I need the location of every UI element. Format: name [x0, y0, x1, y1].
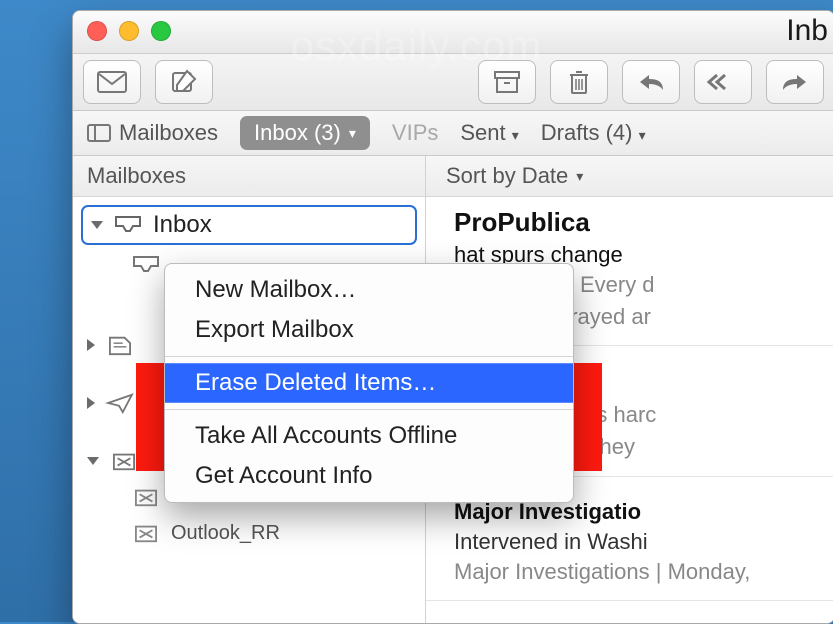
chevron-down-icon: ▾ [512, 127, 519, 143]
disclosure-triangle-icon[interactable] [87, 397, 95, 409]
junk-icon [131, 522, 161, 544]
reply-all-icon [707, 72, 739, 92]
sidebar-item-label: J [149, 447, 161, 475]
message-preview: Intervened in Washi [454, 529, 814, 555]
forward-button[interactable] [766, 60, 824, 104]
context-menu: New Mailbox… Export Mailbox Erase Delete… [164, 263, 574, 503]
favorites-bar: Mailboxes Inbox (3) ▾ VIPs Sent ▾ Drafts… [73, 111, 833, 156]
menu-get-account-info[interactable]: Get Account Info [165, 456, 573, 496]
compose-button[interactable] [155, 60, 213, 104]
sort-bar[interactable]: Sort by Date ▾ [426, 156, 833, 197]
chevron-down-icon: ▾ [639, 127, 646, 143]
menu-new-mailbox[interactable]: New Mailbox… [165, 270, 573, 310]
archive-button[interactable] [478, 60, 536, 104]
message-sender: ProPublica [454, 207, 814, 238]
sidebar-icon [87, 124, 111, 142]
delete-button[interactable] [550, 60, 608, 104]
sidebar-item-label: Inbox [153, 211, 212, 239]
sidebar-header: Mailboxes [73, 156, 425, 197]
fav-drafts[interactable]: Drafts (4) ▾ [541, 120, 646, 146]
zoom-window-button[interactable] [151, 21, 171, 41]
envelope-icon [97, 71, 127, 93]
disclosure-triangle-icon[interactable] [87, 339, 95, 351]
message-preview: Major Investigations | Monday, [454, 557, 814, 587]
inbox-icon [113, 214, 143, 236]
fav-drafts-label: Drafts (4) [541, 120, 633, 145]
get-mail-button[interactable] [83, 60, 141, 104]
compose-icon [171, 69, 197, 95]
fav-sent-label: Sent [460, 120, 505, 145]
chevron-down-icon: ▾ [576, 168, 583, 185]
reply-icon [637, 72, 665, 92]
toolbar [73, 54, 833, 111]
disclosure-triangle-icon[interactable] [91, 221, 103, 229]
menu-separator [165, 409, 573, 410]
mailboxes-toggle[interactable]: Mailboxes [87, 120, 218, 146]
sidebar-item-junk-sub2[interactable]: Outlook_RR [73, 515, 425, 551]
disclosure-triangle-icon[interactable] [87, 457, 99, 465]
fav-inbox-label: Inbox (3) [254, 120, 341, 146]
titlebar: Inb [73, 11, 833, 54]
close-window-button[interactable] [87, 21, 107, 41]
fav-vips[interactable]: VIPs [392, 120, 438, 146]
junk-icon [109, 450, 139, 472]
trash-icon [567, 69, 591, 95]
archive-icon [493, 70, 521, 94]
sidebar-item-label: Outlook_RR [171, 522, 280, 545]
chevron-down-icon: ▾ [349, 125, 356, 142]
fav-inbox[interactable]: Inbox (3) ▾ [240, 116, 370, 150]
window-title: Inb [786, 14, 833, 48]
minimize-window-button[interactable] [119, 21, 139, 41]
fav-sent[interactable]: Sent ▾ [460, 120, 518, 146]
window-controls [87, 21, 171, 41]
reply-all-button[interactable] [694, 60, 752, 104]
menu-erase-deleted[interactable]: Erase Deleted Items… [165, 363, 573, 403]
reply-button[interactable] [622, 60, 680, 104]
sidebar-item-inbox[interactable]: Inbox [81, 205, 417, 245]
menu-separator [165, 356, 573, 357]
mailboxes-label: Mailboxes [119, 120, 218, 146]
paperplane-icon [105, 392, 135, 414]
menu-take-offline[interactable]: Take All Accounts Offline [165, 416, 573, 456]
inbox-icon [131, 254, 161, 276]
forward-icon [781, 72, 809, 92]
sort-label: Sort by Date [446, 163, 568, 189]
drafts-icon [105, 334, 135, 356]
junk-icon [131, 486, 161, 508]
menu-export-mailbox[interactable]: Export Mailbox [165, 310, 573, 350]
